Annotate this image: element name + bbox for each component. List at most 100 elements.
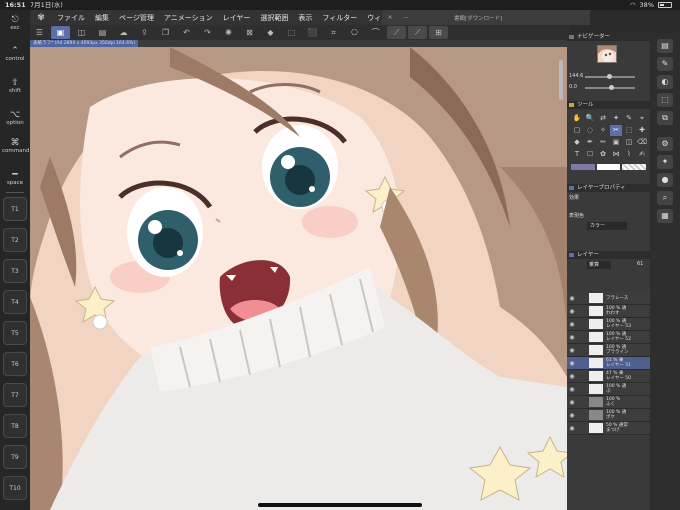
sparkle-tool-icon[interactable]: ✧ [597, 125, 609, 136]
layer-row-selected[interactable]: ◉ 61 % 乗レイヤー 51 [567, 357, 650, 370]
eye-icon[interactable]: ◉ [567, 412, 577, 419]
zoom-slider-knob[interactable] [607, 74, 612, 79]
home-indicator[interactable] [258, 503, 422, 507]
option-key[interactable]: ⌥ option [2, 110, 28, 126]
cloud-icon[interactable]: ☁ [114, 26, 133, 39]
frame-tool-icon[interactable]: ⬚ [623, 125, 635, 136]
pen-tool-icon[interactable]: ✎ [623, 113, 635, 124]
eye-icon[interactable]: ◉ [567, 373, 577, 380]
layer-row[interactable]: ◉ 100 % 通れわす [567, 305, 650, 318]
menu-filter[interactable]: フィルター [317, 13, 362, 23]
esc-key[interactable]: ⎋ esc [2, 15, 28, 31]
clear-icon[interactable]: ⊠ [240, 26, 259, 39]
blend-mode-select[interactable]: 乗算 [587, 261, 611, 269]
canvas-scrollbar[interactable] [559, 60, 563, 100]
navigator-header[interactable]: ナビゲーター [567, 33, 650, 41]
invert-icon[interactable]: ⎔ [345, 26, 364, 39]
material-panel-icon[interactable]: ▤ [657, 39, 673, 53]
eye-icon[interactable]: ◉ [567, 321, 577, 328]
transparent-color-swatch[interactable] [622, 164, 647, 170]
menu-file[interactable]: ファイル [52, 13, 90, 23]
eye-icon[interactable]: ◉ [567, 386, 577, 393]
correct-line-tool-icon[interactable]: ✍ [636, 149, 648, 160]
undo-icon[interactable]: ↶ [177, 26, 196, 39]
animation-icon[interactable]: ▦ [657, 209, 673, 223]
canvas-tab[interactable]: 表紙ラフ* (A4 2894 x 4093px 350dpi 164.6%) [30, 40, 567, 47]
layer-row[interactable]: ◉ 100 % 通レイヤー 52 [567, 331, 650, 344]
decoration-tool-icon[interactable]: ✿ [597, 149, 609, 160]
eye-icon[interactable]: ◉ [567, 308, 577, 315]
eraser-tool-icon[interactable]: ⌫ [636, 137, 648, 148]
layer-row[interactable]: ◉ 50 % 通常 まつげ [567, 422, 650, 435]
snap-icon[interactable]: ⟋ [387, 26, 406, 39]
brush-panel-icon[interactable]: ✎ [657, 57, 673, 71]
t3-key[interactable]: T3 [3, 259, 27, 283]
new-canvas-icon[interactable]: ▣ [51, 26, 70, 39]
t1-key[interactable]: T1 [3, 197, 27, 221]
menu-layer[interactable]: レイヤー [218, 13, 256, 23]
drawing-canvas[interactable] [30, 47, 567, 510]
redo-icon[interactable]: ↷ [198, 26, 217, 39]
menu-page[interactable]: ページ管理 [114, 13, 159, 23]
gradient-tool-icon[interactable]: ▣ [610, 137, 622, 148]
layer-row[interactable]: ◉ 100 % 通プラライン [567, 344, 650, 357]
space-key[interactable]: ━ space [2, 170, 28, 186]
shift-key[interactable]: ⇧ shift [2, 78, 28, 94]
t10-key[interactable]: T10 [3, 476, 27, 500]
eye-icon[interactable]: ◉ [567, 295, 577, 302]
layer-row[interactable]: ◉ 100 % ふく [567, 396, 650, 409]
balloon-tool-icon[interactable]: ☐ [584, 149, 596, 160]
open-icon[interactable]: ◫ [72, 26, 91, 39]
brush-tool-icon[interactable]: ✒ [584, 137, 596, 148]
minimize-icon[interactable]: — [398, 15, 414, 21]
copy-icon[interactable]: ❐ [156, 26, 175, 39]
blend-tool-icon[interactable]: ⋈ [610, 149, 622, 160]
navigator-thumbnail[interactable] [597, 45, 617, 63]
eyedropper-tool-icon[interactable]: ⌖ [636, 113, 648, 124]
sub-color-swatch[interactable] [596, 164, 621, 170]
deselect-icon[interactable]: ⌗ [324, 26, 343, 39]
move-tool-icon[interactable]: ⇄ [597, 113, 609, 124]
zoom-tool-icon[interactable]: 🔍 [584, 113, 596, 124]
layer-row[interactable]: ◉ 100 % 通ぷ [567, 383, 650, 396]
snap-grid-icon[interactable]: ⊞ [429, 26, 448, 39]
eye-icon[interactable]: ◉ [567, 347, 577, 354]
eye-icon[interactable]: ◉ [567, 334, 577, 341]
lasso-tool-icon[interactable]: ◌ [584, 125, 596, 136]
t9-key[interactable]: T9 [3, 445, 27, 469]
command-key[interactable]: ⌘ command [2, 138, 29, 154]
layer-row[interactable]: ◉ フラレース [567, 292, 650, 305]
tool-property-icon[interactable]: ✦ [657, 155, 673, 169]
history-panel-icon[interactable]: ⧉ [657, 111, 673, 125]
t2-key[interactable]: T2 [3, 228, 27, 252]
menu-animation[interactable]: アニメーション [159, 13, 218, 23]
t6-key[interactable]: T6 [3, 352, 27, 376]
eye-icon[interactable]: ◉ [567, 425, 577, 432]
menu-list-icon[interactable]: ☰ [30, 26, 49, 39]
share-icon[interactable]: ⇪ [135, 26, 154, 39]
layer-property-header[interactable]: レイヤープロパティ [567, 184, 650, 192]
tool-panel-header[interactable]: ツール [567, 101, 650, 109]
menu-view[interactable]: 表示 [293, 13, 317, 23]
layer-row[interactable]: ◉ 47 % 乗レイヤー 50 [567, 370, 650, 383]
hand-tool-icon[interactable]: ✋ [571, 113, 583, 124]
t8-key[interactable]: T8 [3, 414, 27, 438]
rotate-slider-knob[interactable] [609, 85, 614, 90]
fill-icon[interactable]: ◆ [261, 26, 280, 39]
t4-key[interactable]: T4 [3, 290, 27, 314]
figure-tool-icon[interactable]: ◫ [623, 137, 635, 148]
text-tool-icon[interactable]: T [571, 149, 583, 160]
ruler-icon[interactable]: ⌒ [366, 26, 385, 39]
snap-ruler-icon[interactable]: ⟋ [408, 26, 427, 39]
control-key[interactable]: ⌃ control [2, 46, 28, 62]
menu-edit[interactable]: 編集 [90, 13, 114, 23]
sub-tool-icon[interactable]: ⚙ [657, 137, 673, 151]
layer-row[interactable]: ◉ 100 % 通ポケ [567, 409, 650, 422]
layer-panel-header[interactable]: レイヤー [567, 251, 650, 259]
cut-tool-icon[interactable]: ✂ [610, 125, 622, 136]
document-window-tab[interactable]: ✕ — 書類[ダウンロード] [382, 10, 590, 25]
add-tool-icon[interactable]: ✚ [636, 125, 648, 136]
close-icon[interactable]: ✕ [382, 15, 398, 21]
eye-icon[interactable]: ◉ [567, 360, 577, 367]
brush-size-icon[interactable]: ● [657, 173, 673, 187]
